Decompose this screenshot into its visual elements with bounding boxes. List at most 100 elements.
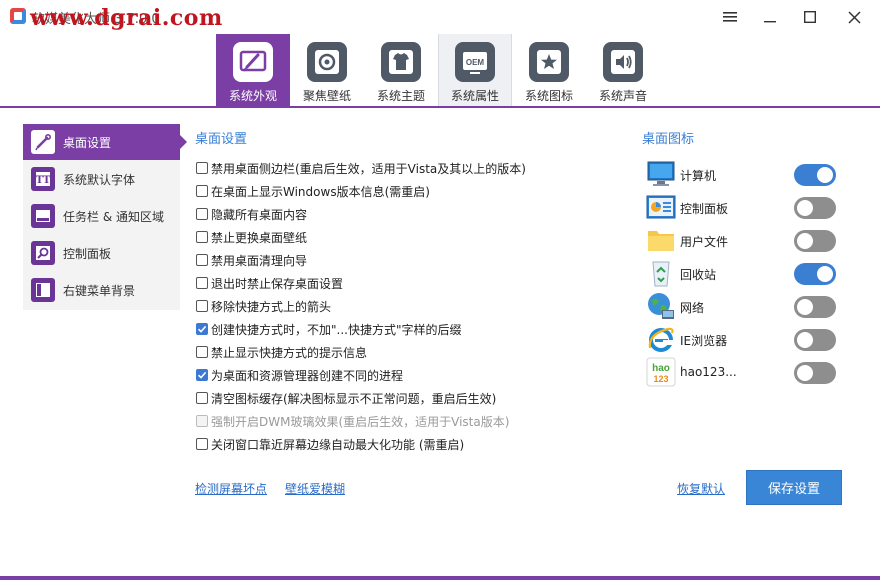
minimize-icon (764, 21, 776, 23)
option-checkbox[interactable] (196, 438, 208, 450)
sidebar-item-context-menu[interactable]: 右键菜单背景 (23, 272, 180, 308)
option-checkbox[interactable] (196, 323, 208, 335)
desktop-icon-label: 网络 (680, 301, 705, 315)
option-checkbox (196, 415, 208, 427)
brush-icon (233, 42, 273, 82)
wallpaper-blur-link[interactable]: 壁纸爱模糊 (285, 480, 345, 497)
svg-text:123: 123 (653, 374, 668, 384)
desktop-option-row[interactable]: 移除快捷方式上的箭头 (196, 296, 331, 316)
desktop-option-row[interactable]: 退出时禁止保存桌面设置 (196, 273, 343, 293)
desktop-icon-label: IE浏览器 (680, 334, 728, 348)
option-label: 关闭窗口靠近屏幕边缘自动最大化功能 (需重启) (211, 437, 465, 452)
desktop-option-row[interactable]: 禁止显示快捷方式的提示信息 (196, 342, 367, 362)
desktop-option-row[interactable]: 隐藏所有桌面内容 (196, 204, 307, 224)
option-checkbox[interactable] (196, 162, 208, 174)
desktop-icon-label: 用户文件 (680, 235, 729, 249)
option-label: 移除快捷方式上的箭头 (211, 299, 332, 314)
option-label: 强制开启DWM玻璃效果(重启后生效，适用于Vista版本) (211, 414, 510, 429)
option-checkbox[interactable] (196, 346, 208, 358)
save-settings-button[interactable]: 保存设置 (746, 470, 842, 505)
sidebar-item-label: 任务栏 & 通知区域 (63, 209, 164, 224)
menu-button[interactable] (710, 0, 750, 34)
ie-browser-toggle[interactable] (794, 329, 836, 351)
sidebar-item-taskbar[interactable]: 任务栏 & 通知区域 (23, 198, 180, 234)
minimize-button[interactable] (750, 0, 790, 34)
speaker-icon (603, 42, 643, 82)
option-checkbox[interactable] (196, 300, 208, 312)
sidebar-item-control-panel[interactable]: 控制面板 (23, 235, 180, 271)
computer-icon (647, 161, 675, 186)
desktop-option-row[interactable]: 禁止更换桌面壁纸 (196, 227, 307, 247)
tab-system-sounds[interactable]: 系统声音 (586, 34, 660, 108)
tab-label: 系统属性 (450, 89, 499, 103)
control-panel-toggle[interactable] (794, 197, 836, 219)
user-files-toggle[interactable] (794, 230, 836, 252)
desktop-option-row[interactable]: 禁用桌面清理向导 (196, 250, 307, 270)
hao123-icon: hao123 (646, 357, 676, 387)
sidebar-item-label: 右键菜单背景 (63, 283, 136, 298)
desktop-icon-label: 回收站 (680, 268, 717, 282)
toggle-knob (797, 299, 813, 315)
computer-toggle[interactable] (794, 164, 836, 186)
desktop-option-row[interactable]: 禁用桌面侧边栏(重启后生效，适用于Vista及其以上的版本) (196, 158, 526, 178)
toggle-knob (817, 266, 833, 282)
tab-system-appearance[interactable]: 系统外观 (216, 34, 290, 108)
desktop-icon-row-user-files: 用户文件 (646, 225, 846, 255)
desktop-option-row[interactable]: 在桌面上显示Windows版本信息(需重启) (196, 181, 430, 201)
control-panel-icon (31, 241, 55, 265)
option-checkbox[interactable] (196, 392, 208, 404)
option-checkbox[interactable] (196, 231, 208, 243)
desktop-icons-title: 桌面图标 (642, 132, 695, 147)
recycle-bin-icon (652, 261, 670, 287)
tab-label: 系统图标 (524, 89, 573, 103)
tab-system-theme[interactable]: 系统主题 (364, 34, 438, 108)
option-checkbox[interactable] (196, 185, 208, 197)
desktop-option-row[interactable]: 清空图标缓存(解决图标显示不正常问题，重启后生效) (196, 388, 496, 408)
option-checkbox[interactable] (196, 369, 208, 381)
app-logo-icon (10, 8, 26, 24)
svg-text:OEM: OEM (466, 58, 485, 67)
option-label: 退出时禁止保存桌面设置 (211, 276, 344, 291)
check-dead-pixels-link[interactable]: 检测屏幕坏点 (195, 480, 267, 497)
desktop-icon-row-network: 网络 (646, 291, 846, 321)
title-bar: 软媒美化大师 3.7.0.0 www.dgrai.com (0, 0, 880, 34)
top-navigation: 系统外观 聚焦壁纸 系统主题 OEM 系统属性 系统图标 系统声音 (0, 34, 880, 108)
desktop-option-row[interactable]: 创建快捷方式时，不加"...快捷方式"字样的后缀 (196, 319, 461, 339)
option-checkbox[interactable] (196, 277, 208, 289)
ie-browser-icon (648, 327, 674, 352)
maximize-button[interactable] (790, 0, 830, 34)
restore-default-link[interactable]: 恢复默认 (677, 480, 725, 497)
tab-label: 系统外观 (228, 89, 277, 103)
desktop-settings-title: 桌面设置 (195, 132, 248, 147)
tab-system-icons[interactable]: 系统图标 (512, 34, 586, 108)
desktop-option-row[interactable]: 关闭窗口靠近屏幕边缘自动最大化功能 (需重启) (196, 434, 464, 454)
option-checkbox[interactable] (196, 208, 208, 220)
hao123-toggle[interactable] (794, 362, 836, 384)
desktop-icon-label: hao123... (680, 365, 737, 379)
desktop-icon-row-hao123: hao 123 hao123... (646, 357, 846, 387)
option-label: 清空图标缓存(解决图标显示不正常问题，重启后生效) (211, 391, 497, 406)
tab-system-properties[interactable]: OEM 系统属性 (438, 34, 512, 108)
tab-focus-wallpaper[interactable]: 聚焦壁纸 (290, 34, 364, 108)
taskbar-icon (31, 204, 55, 228)
desktop-option-row[interactable]: 为桌面和资源管理器创建不同的进程 (196, 365, 403, 385)
svg-text:hao: hao (652, 363, 670, 374)
sidebar-item-default-font[interactable]: TT 系统默认字体 (23, 161, 180, 197)
desktop-option-row: 强制开启DWM玻璃效果(重启后生效，适用于Vista版本) (196, 411, 509, 431)
option-label: 隐藏所有桌面内容 (211, 207, 308, 222)
recycle-bin-toggle[interactable] (794, 263, 836, 285)
close-button[interactable] (831, 0, 877, 34)
option-label: 禁止更换桌面壁纸 (211, 230, 308, 245)
network-toggle[interactable] (794, 296, 836, 318)
checkmark-icon (197, 325, 207, 333)
toggle-knob (797, 233, 813, 249)
tab-label: 系统声音 (598, 89, 647, 103)
bottom-accent-line (0, 576, 880, 580)
option-label: 为桌面和资源管理器创建不同的进程 (211, 368, 404, 383)
desktop-icon-row-control-panel: 控制面板 (646, 192, 846, 222)
option-label: 禁止显示快捷方式的提示信息 (211, 345, 368, 360)
tab-label: 聚焦壁纸 (302, 89, 351, 103)
option-checkbox[interactable] (196, 254, 208, 266)
desktop-icon-label: 计算机 (680, 169, 717, 183)
sidebar-item-desktop-settings[interactable]: 桌面设置 (23, 124, 187, 160)
